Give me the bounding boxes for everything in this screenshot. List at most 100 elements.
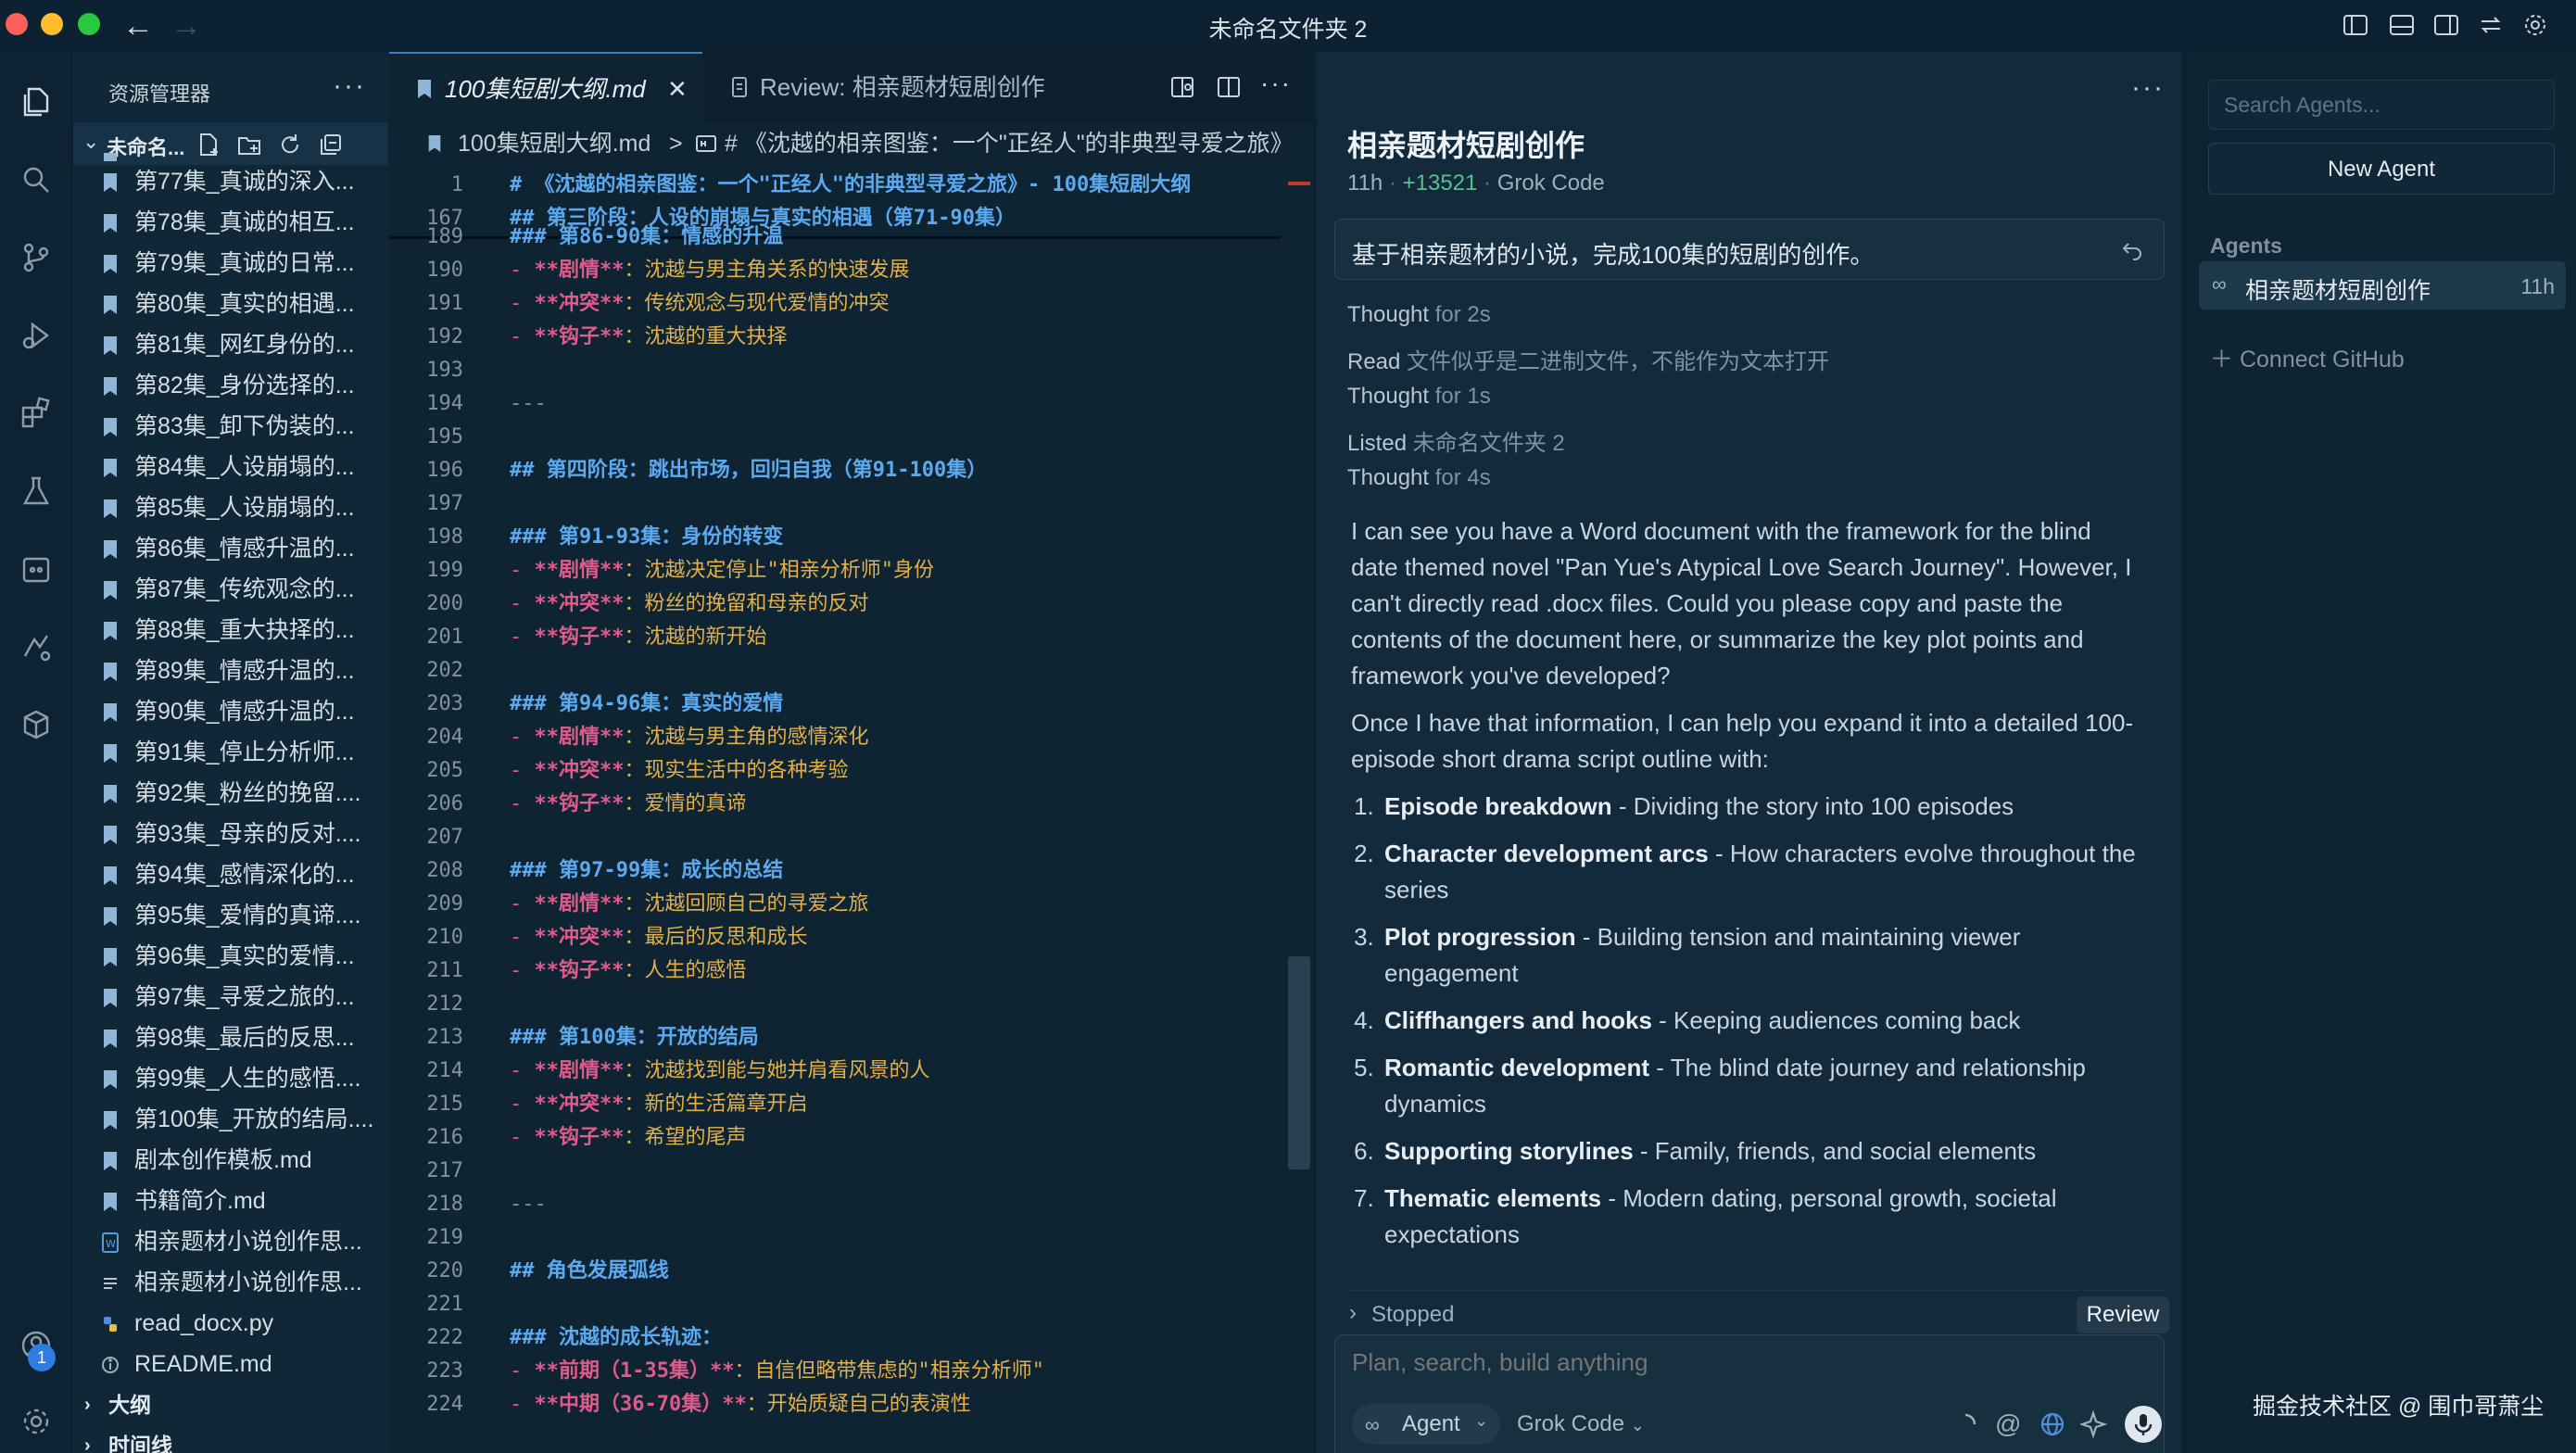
code-line[interactable]: 223 - **前期（1-35集）**：自信但略带焦虑的"相亲分析师" — [389, 1355, 1281, 1388]
code-line[interactable]: 193 — [389, 354, 1281, 387]
code-line[interactable]: 191 - **冲突**：传统观念与现代爱情的冲突 — [389, 287, 1281, 321]
breadcrumb-heading[interactable]: # 《沈越的相亲图鉴：一个"正经人"的非典型寻爱之旅》 — [725, 122, 1294, 165]
globe-icon[interactable] — [2038, 1409, 2067, 1439]
code-line[interactable]: 195 — [389, 421, 1281, 454]
code-line[interactable]: 220 ## 角色发展弧线 — [389, 1255, 1281, 1288]
explorer-section-header[interactable]: › 大纲 — [73, 1384, 388, 1425]
file-item[interactable]: W 相亲题材小说创作思... — [73, 1221, 388, 1262]
code-line[interactable]: 197 — [389, 487, 1281, 521]
more-actions-icon[interactable]: ··· — [333, 70, 366, 102]
manage-gear-icon[interactable] — [12, 1397, 60, 1446]
code-line[interactable]: 214 - **剧情**：沈越找到能与她并肩看风景的人 — [389, 1055, 1281, 1088]
back-arrow-icon[interactable]: ← — [122, 7, 154, 44]
explorer-files-icon[interactable] — [12, 78, 60, 126]
new-agent-button[interactable]: New Agent — [2208, 143, 2555, 195]
code-line[interactable]: 198 ### 第91-93集：身份的转变 — [389, 521, 1281, 554]
file-item[interactable]: read_docx.py — [73, 1303, 388, 1344]
window-maximize-button[interactable] — [78, 13, 100, 35]
file-item[interactable]: 书籍简介.md — [73, 1181, 388, 1221]
agent-search-input[interactable] — [2208, 80, 2555, 130]
agent-mode-select[interactable]: ∞ Agent ⌄ — [1352, 1404, 1500, 1445]
file-item[interactable]: 第93集_母亲的反对.... — [73, 814, 388, 854]
model-select[interactable]: Grok Code ⌄ — [1517, 1411, 1645, 1437]
code-line[interactable]: 207 — [389, 821, 1281, 854]
file-item[interactable]: 第80集_真实的相遇... — [73, 284, 388, 324]
file-item[interactable]: 第84集_人设崩塌的... — [73, 447, 388, 487]
file-item[interactable]: 第91集_停止分析师... — [73, 732, 388, 773]
chat-more-icon[interactable]: ··· — [2131, 72, 2165, 104]
code-line[interactable]: 201 - **钩子**：沈越的新开始 — [389, 621, 1281, 654]
tab-review[interactable]: Review: 相亲题材短剧创作 — [704, 52, 1075, 122]
code-line[interactable]: 209 - **剧情**：沈越回顾自己的寻爱之旅 — [389, 888, 1281, 921]
forward-arrow-icon[interactable]: → — [170, 7, 202, 44]
open-preview-icon[interactable] — [1169, 74, 1195, 100]
code-line[interactable]: 190 - **剧情**：沈越与男主角关系的快速发展 — [389, 254, 1281, 287]
file-item[interactable]: 第78集_真诚的相互... — [73, 202, 388, 243]
step-listed[interactable]: Listed 未命名文件夹 2 — [1347, 424, 1565, 457]
step-thought[interactable]: Thought for 1s — [1347, 384, 1491, 410]
agent-list-item[interactable]: ∞ 相亲题材短剧创作 11h — [2199, 261, 2566, 310]
code-lines[interactable]: 189 ### 第86-90集：情感的升温 190- **剧情**：沈越与男主角关系… — [389, 221, 1281, 1421]
split-editor-icon[interactable] — [1216, 74, 1242, 100]
file-item[interactable]: 第77集_真诚的深入... — [73, 161, 388, 202]
editor-more-icon[interactable]: ··· — [1260, 69, 1290, 97]
window-close-button[interactable] — [6, 13, 28, 35]
stopped-row[interactable]: › Stopped Review — [1349, 1290, 2169, 1336]
file-item[interactable]: 第76集_分析会面的... — [73, 141, 388, 161]
run-debug-icon[interactable] — [12, 311, 60, 360]
file-item[interactable]: 第95集_爱情的真谛.... — [73, 895, 388, 936]
file-item[interactable]: 第86集_情感升温的... — [73, 528, 388, 569]
file-item[interactable]: 第79集_真诚的日常... — [73, 243, 388, 284]
code-line[interactable]: 212 — [389, 988, 1281, 1021]
editor-scrollbar-thumb[interactable] — [1288, 956, 1310, 1169]
code-line[interactable]: 218 --- — [389, 1188, 1281, 1221]
microphone-button[interactable] — [2125, 1406, 2162, 1443]
remote-explorer-icon[interactable] — [12, 545, 60, 593]
connect-github-link[interactable]: ＋ Connect GitHub — [2210, 341, 2405, 374]
code-line[interactable]: 204 - **剧情**：沈越与男主角的感情深化 — [389, 721, 1281, 754]
code-line[interactable]: 196 ## 第四阶段：跳出市场，回归自我（第91-100集） — [389, 454, 1281, 487]
puzzle-agent-icon[interactable] — [12, 623, 60, 671]
step-read[interactable]: Read 文件似乎是二进制文件，不能作为文本打开 — [1347, 343, 1829, 375]
sparkle-icon[interactable] — [2080, 1409, 2110, 1439]
swap-arrows-icon[interactable] — [2478, 13, 2504, 37]
code-line[interactable]: 200 - **冲突**：粉丝的挽留和母亲的反对 — [389, 588, 1281, 621]
file-item[interactable]: 第87集_传统观念的... — [73, 569, 388, 610]
window-minimize-button[interactable] — [41, 13, 63, 35]
code-line[interactable]: 216 - **钩子**：希望的尾声 — [389, 1121, 1281, 1155]
step-thought[interactable]: Thought for 2s — [1347, 302, 1491, 328]
code-line[interactable]: 221 — [389, 1288, 1281, 1321]
explorer-section-header[interactable]: › 时间线 — [73, 1425, 388, 1453]
file-item[interactable]: 第85集_人设崩塌的... — [73, 487, 388, 528]
code-line[interactable]: 189 ### 第86-90集：情感的升温 — [389, 221, 1281, 254]
code-line[interactable]: 202 — [389, 654, 1281, 688]
file-item[interactable]: 第100集_开放的结局.... — [73, 1099, 388, 1140]
code-line[interactable]: 215 - **冲突**：新的生活篇章开启 — [389, 1088, 1281, 1121]
breadcrumb-file[interactable]: 100集短剧大纲.md — [458, 122, 650, 165]
extensions-icon[interactable] — [12, 389, 60, 437]
code-line[interactable]: 205 - **冲突**：现实生活中的各种考验 — [389, 754, 1281, 788]
file-item[interactable]: README.md — [73, 1344, 388, 1384]
toggle-secondary-sidebar-icon[interactable] — [2433, 13, 2459, 37]
code-line[interactable]: 222 ### 沈越的成长轨迹： — [389, 1321, 1281, 1355]
file-item[interactable]: 第98集_最后的反思... — [73, 1017, 388, 1058]
file-item[interactable]: 第96集_真实的爱情... — [73, 936, 388, 977]
step-thought[interactable]: Thought for 4s — [1347, 465, 1491, 491]
code-line[interactable]: 219 — [389, 1221, 1281, 1255]
code-line[interactable]: 206 - **钩子**：爱情的真谛 — [389, 788, 1281, 821]
tab-outline-md[interactable]: 100集短剧大纲.md ✕ — [389, 52, 702, 122]
code-line[interactable]: 213 ### 第100集：开放的结局 — [389, 1021, 1281, 1055]
file-item[interactable]: 第82集_身份选择的... — [73, 365, 388, 406]
code-line[interactable]: 217 — [389, 1155, 1281, 1188]
code-line[interactable]: 192 - **钩子**：沈越的重大抉择 — [389, 321, 1281, 354]
file-item[interactable]: 剧本创作模板.md — [73, 1140, 388, 1181]
undo-icon[interactable] — [2119, 234, 2147, 262]
database-icon[interactable] — [12, 701, 60, 749]
file-item[interactable]: 第81集_网红身份的... — [73, 324, 388, 365]
review-button[interactable]: Review — [2077, 1296, 2169, 1333]
code-line[interactable]: 194 --- — [389, 387, 1281, 421]
code-line[interactable]: 203 ### 第94-96集：真实的爱情 — [389, 688, 1281, 721]
file-item[interactable]: 第90集_情感升温的... — [73, 691, 388, 732]
settings-gear-icon[interactable] — [2522, 13, 2548, 37]
code-line[interactable]: 199 - **剧情**：沈越决定停止"相亲分析师"身份 — [389, 554, 1281, 588]
